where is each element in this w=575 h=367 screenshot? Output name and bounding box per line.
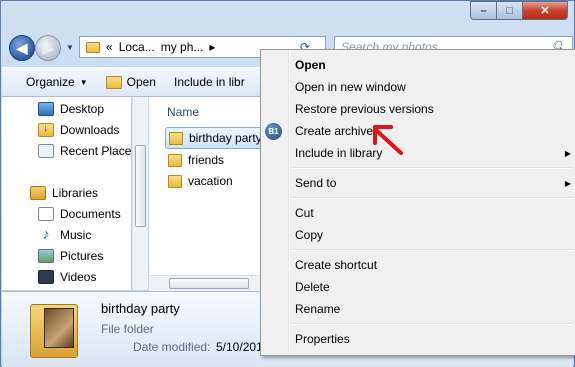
list-item-label: birthday party xyxy=(189,131,262,145)
menu-item-include-in-library[interactable]: Include in library ▶ xyxy=(295,143,571,163)
submenu-arrow-icon: ▶ xyxy=(564,148,571,158)
sidebar-item-label: Videos xyxy=(60,270,97,284)
sidebar-item-videos[interactable]: Videos xyxy=(38,267,96,287)
annotation-arrow-icon xyxy=(373,125,403,155)
menu-separator xyxy=(291,197,573,199)
navigation-scrollbar[interactable] xyxy=(132,97,148,290)
menu-item-label: Include in library xyxy=(295,146,383,160)
caption-buttons: – □ ✕ xyxy=(470,1,568,20)
menu-item-rename[interactable]: Rename xyxy=(295,299,565,319)
menu-item-cut[interactable]: Cut xyxy=(295,203,565,223)
sidebar-item-music[interactable]: ♪ Music xyxy=(38,225,91,245)
menu-separator xyxy=(291,323,573,325)
list-item[interactable]: birthday party xyxy=(165,127,265,149)
details-type: File folder xyxy=(101,322,154,336)
scrollbar-thumb[interactable] xyxy=(169,278,249,289)
organize-button[interactable]: Organize ▼ xyxy=(26,75,88,89)
menu-item-open[interactable]: Open xyxy=(295,55,565,75)
menu-item-restore-previous-versions[interactable]: Restore previous versions xyxy=(295,99,565,119)
menu-item-create-shortcut[interactable]: Create shortcut xyxy=(295,255,565,275)
recent-pages-dropdown-icon[interactable]: ▼ xyxy=(66,43,74,52)
close-button[interactable]: ✕ xyxy=(523,1,568,20)
sidebar-item-downloads[interactable]: Downloads xyxy=(38,120,119,140)
sidebar-item-label: Libraries xyxy=(52,186,99,200)
back-button[interactable]: ◀ xyxy=(9,35,35,61)
folder-icon xyxy=(86,41,100,53)
details-name: birthday party xyxy=(101,301,180,316)
menu-separator xyxy=(291,167,573,169)
videos-icon xyxy=(38,270,54,284)
list-item-label: friends xyxy=(188,153,225,167)
details-modified-label: Date modified: xyxy=(133,340,211,354)
documents-icon xyxy=(38,207,54,221)
minimize-button[interactable]: – xyxy=(470,1,497,20)
scrollbar-thumb[interactable] xyxy=(135,145,146,227)
horizontal-scrollbar[interactable] xyxy=(149,275,261,291)
menu-item-copy[interactable]: Copy xyxy=(295,225,565,245)
breadcrumb-chevron-icon[interactable]: ▸ xyxy=(209,40,215,54)
breadcrumb-local[interactable]: Loca... xyxy=(119,40,155,54)
breadcrumb-overflow[interactable]: « xyxy=(106,40,113,54)
list-item[interactable]: vacation xyxy=(165,170,265,192)
desktop-icon xyxy=(38,102,54,116)
organize-label: Organize xyxy=(26,75,75,89)
forward-button[interactable]: ▶ xyxy=(35,35,61,61)
menu-item-create-archive[interactable]: Create archive xyxy=(295,121,565,141)
chevron-down-icon: ▼ xyxy=(79,77,88,87)
folder-icon xyxy=(168,174,182,188)
menu-item-delete[interactable]: Delete xyxy=(295,277,565,297)
folder-open-icon xyxy=(105,75,122,89)
recent-places-icon xyxy=(38,144,54,158)
file-list: Name birthday party friends vacation xyxy=(149,97,265,290)
open-button[interactable]: Open xyxy=(105,75,156,89)
menu-separator xyxy=(291,249,573,251)
context-menu: Open Open in new window Restore previous… xyxy=(260,49,575,356)
maximize-button[interactable]: □ xyxy=(497,1,523,20)
menu-item-properties[interactable]: Properties xyxy=(295,329,565,349)
navigation-pane: Desktop Downloads Recent Places Librarie… xyxy=(2,97,132,290)
include-label: Include in libr xyxy=(173,75,245,89)
sidebar-item-label: Downloads xyxy=(60,123,120,137)
sidebar-item-pictures[interactable]: Pictures xyxy=(38,246,103,266)
folder-thumbnail-icon xyxy=(30,300,78,358)
downloads-icon xyxy=(38,122,54,137)
sidebar-item-label: Desktop xyxy=(60,102,105,116)
list-item[interactable]: friends xyxy=(165,149,265,171)
menu-item-send-to[interactable]: Send to ▶ xyxy=(295,173,571,193)
breadcrumb-myphotos[interactable]: my ph... xyxy=(161,40,204,54)
sidebar-item-label: Documents xyxy=(60,207,121,221)
sidebar-item-documents[interactable]: Documents xyxy=(38,204,121,224)
sidebar-item-label: Pictures xyxy=(60,249,104,263)
sidebar-item-libraries[interactable]: Libraries xyxy=(30,183,98,203)
music-icon: ♪ xyxy=(42,226,50,243)
submenu-arrow-icon: ▶ xyxy=(564,178,571,188)
sidebar-item-desktop[interactable]: Desktop xyxy=(38,99,104,119)
column-header-name[interactable]: Name xyxy=(167,105,199,119)
sidebar-item-recent-places[interactable]: Recent Places xyxy=(38,141,132,161)
include-in-library-button[interactable]: Include in libr xyxy=(174,75,245,89)
folder-icon xyxy=(168,153,182,167)
menu-item-label: Send to xyxy=(295,176,337,190)
sidebar-item-label: Music xyxy=(60,228,92,242)
archive-icon: B1 xyxy=(265,123,282,140)
list-item-label: vacation xyxy=(188,174,233,188)
menu-item-open-new-window[interactable]: Open in new window xyxy=(295,77,565,97)
sidebar-item-label: Recent Places xyxy=(60,144,132,158)
explorer-window: – □ ✕ ◀ ▶ ▼ « Loca... my ph... ▸ ⟳ Searc… xyxy=(0,0,575,367)
folder-icon xyxy=(169,131,183,145)
details-modified-value: 5/10/201 xyxy=(216,340,263,354)
libraries-icon xyxy=(30,186,46,200)
pictures-icon xyxy=(38,249,54,263)
open-label: Open xyxy=(126,75,156,89)
